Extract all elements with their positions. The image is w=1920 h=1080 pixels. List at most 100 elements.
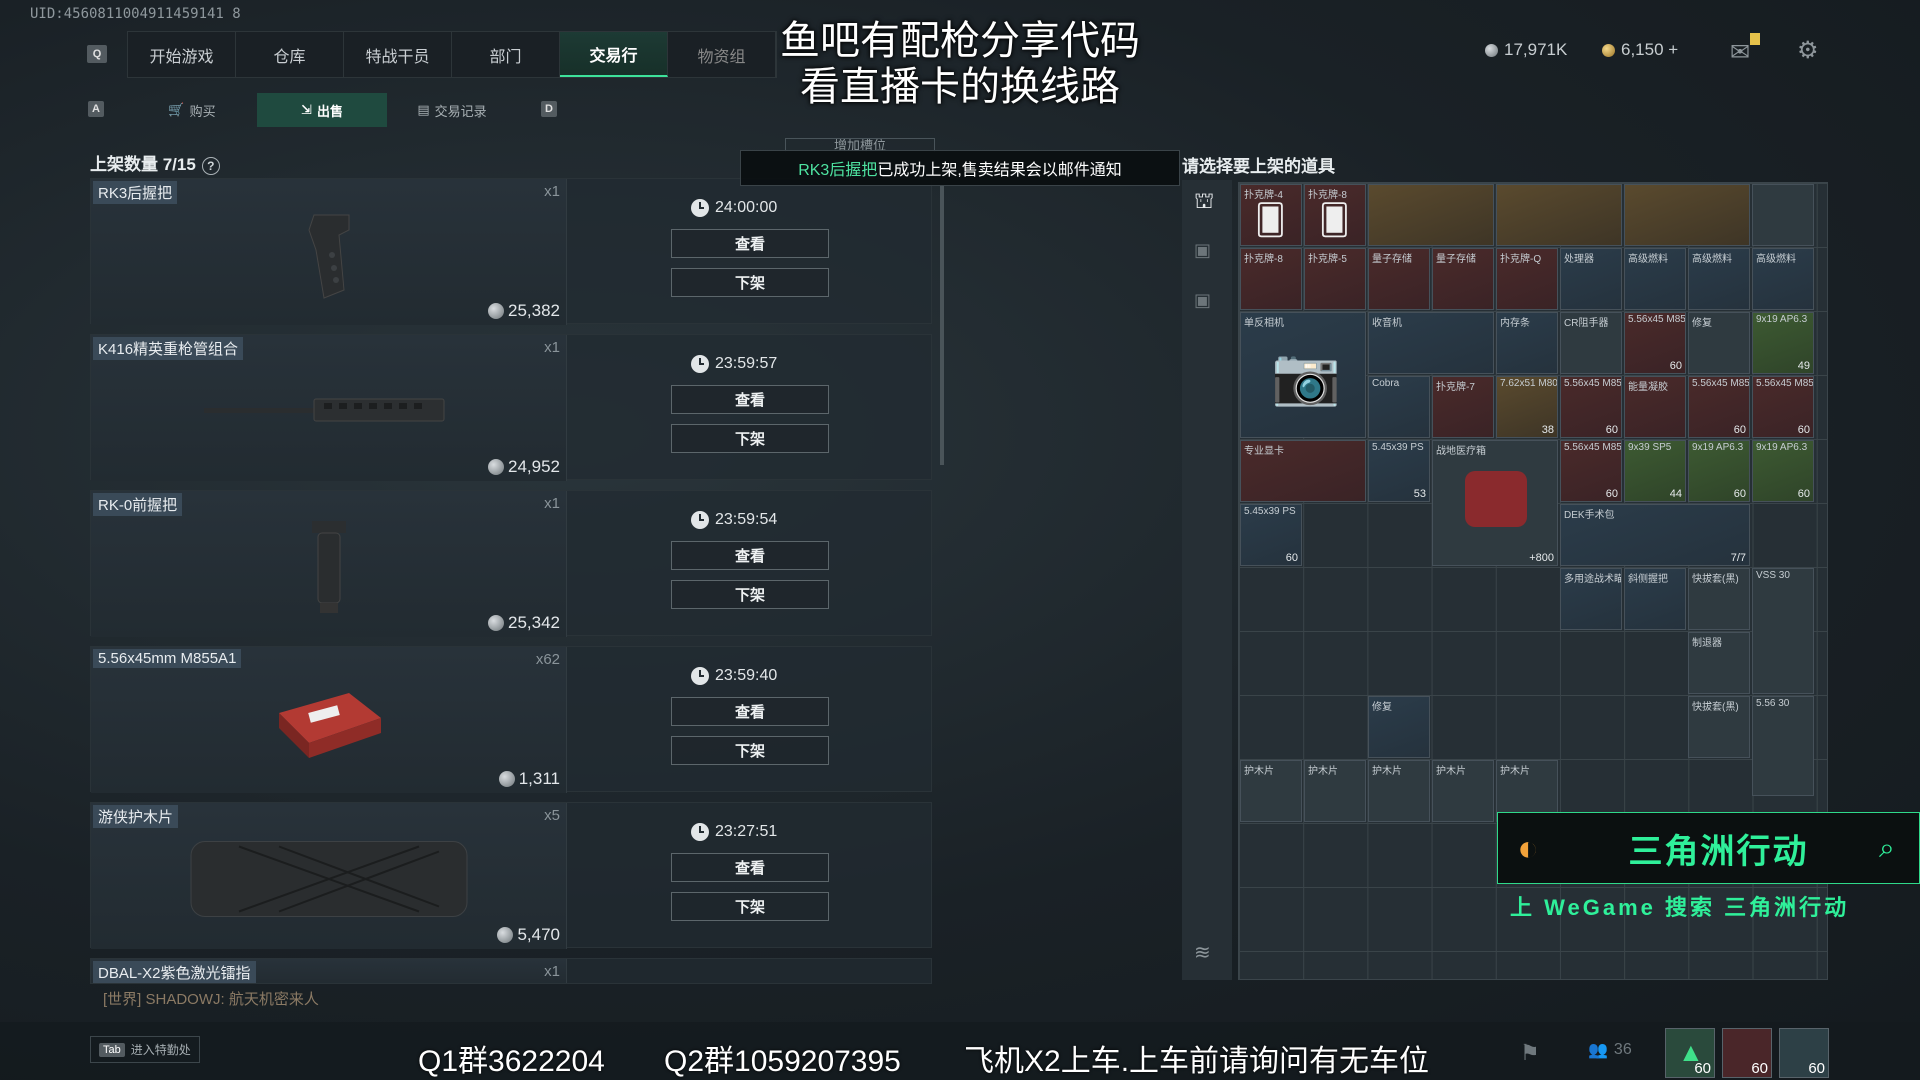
squad-count[interactable]: 👥 36 [1588,1040,1632,1060]
silver-coin-icon [488,459,504,475]
inventory-item[interactable]: 内存条 [1496,312,1558,374]
tab-supplies[interactable]: 物资组 [668,32,776,77]
rank-badge[interactable]: ▲ 60 [1665,1028,1715,1078]
inventory-item[interactable]: 快拔套(黑) [1688,568,1750,630]
inventory-item[interactable]: 修复 [1368,696,1430,758]
delist-button[interactable]: 下架 [671,736,829,765]
inventory-item[interactable]: 修复 [1688,312,1750,374]
tab-department[interactable]: 部门 [452,32,560,77]
inventory-item[interactable]: 高级燃料 [1624,248,1686,310]
subtab-buy[interactable]: 🛒 购买 [127,93,257,127]
inventory-item[interactable]: 护木片 [1368,760,1430,822]
tab-start-game[interactable]: 开始游戏 [128,32,236,77]
inventory-item[interactable]: 5.56x45 M855 60 [1752,376,1814,438]
inventory-item[interactable]: 护木片 [1240,760,1302,822]
inventory-item[interactable]: 量子存储 [1368,248,1430,310]
pouch-icon[interactable]: ▣ [1194,290,1211,311]
inventory-item[interactable] [1368,184,1494,246]
delist-button[interactable]: 下架 [671,580,829,609]
inventory-item[interactable]: 专业显卡 [1240,440,1366,502]
inventory-item[interactable]: 扑克牌-7 [1432,376,1494,438]
listing-scrollbar[interactable] [940,185,944,465]
inventory-item[interactable]: 扑克牌-8 [1240,248,1302,310]
delist-button[interactable]: 下架 [671,424,829,453]
handguard-panel-image [190,840,467,917]
inventory-item[interactable]: 能量凝胶 [1624,376,1686,438]
inventory-item[interactable]: 处理器 [1560,248,1622,310]
tab-trade[interactable]: 交易行 [560,32,668,77]
subtab-records[interactable]: ▤ 交易记录 [387,93,517,127]
wegame-logo-icon: ◐ [1517,827,1539,868]
inventory-item[interactable]: 单反相机 📷 [1240,312,1366,438]
view-button[interactable]: 查看 [671,697,829,726]
inventory-item[interactable] [1624,184,1750,246]
inventory-item[interactable]: 高级燃料 [1752,248,1814,310]
tab-hint[interactable]: Tab 进入特勤处 [90,1036,200,1063]
inventory-item[interactable]: 扑克牌-8 🂠 [1304,184,1366,246]
listing-card[interactable]: RK3后握把 x1 25,382 [91,179,567,325]
inventory-item[interactable]: 9x19 AP6.3 49 [1752,312,1814,374]
flag-icon[interactable]: ⚑ [1520,1040,1540,1066]
delist-button[interactable]: 下架 [671,268,829,297]
badge-level: 60 [1694,1060,1711,1077]
player-avatar[interactable]: 60 [1779,1028,1829,1078]
inventory-item[interactable]: 5.56x45 M855 60 [1560,440,1622,502]
inventory-item[interactable]: 护木片 [1304,760,1366,822]
inventory-item[interactable]: 5.56x45 M855 60 [1688,376,1750,438]
inventory-item[interactable] [1752,184,1814,246]
inventory-item[interactable]: Cobra [1368,376,1430,438]
inventory-item[interactable]: 扑克牌-5 [1304,248,1366,310]
inventory-item[interactable]: 5.56 30 [1752,696,1814,796]
inventory-item[interactable]: 5.56x45 M855 60 [1560,376,1622,438]
inventory-item[interactable]: 5.45x39 PS 53 [1368,440,1430,502]
inventory-item[interactable]: 收音机 [1368,312,1494,374]
teammate-avatar[interactable]: 60 [1722,1028,1772,1078]
subtab-sell[interactable]: ⇲ 出售 [257,93,387,127]
inventory-item[interactable]: 制退器 [1688,632,1750,694]
inventory-item[interactable]: 5.56x45 M855 60 [1624,312,1686,374]
listing-qty: x1 [544,339,560,356]
inventory-item[interactable]: 扑克牌-4 🂠 [1240,184,1302,246]
inventory-item[interactable]: 扑克牌-Q [1496,248,1558,310]
inventory-item[interactable]: 量子存储 [1432,248,1494,310]
inventory-item[interactable]: 斜侧握把 [1624,568,1686,630]
inventory-item[interactable]: 7.62x51 M80 38 [1496,376,1558,438]
view-button[interactable]: 查看 [671,229,829,258]
listing-card[interactable]: RK-0前握把 x1 25,342 [91,491,567,637]
vest-icon[interactable]: ▣ [1194,240,1211,261]
item-count: 7/7 [1730,552,1746,564]
view-button[interactable]: 查看 [671,385,829,414]
mail-icon[interactable]: ✉ [1730,38,1750,67]
listing-timer: 23:59:40 [691,667,777,685]
help-icon[interactable]: ? [201,157,220,175]
inventory-item[interactable]: 9x19 AP6.3 60 [1752,440,1814,502]
listing-card[interactable]: K416精英重枪管组合 x1 24,952 [91,335,567,481]
listing-price-value: 5,470 [517,925,560,944]
inventory-item[interactable]: 护木片 [1432,760,1494,822]
listing-card[interactable]: 5.56x45mm M855A1 x62 1,311 [91,647,567,793]
inventory-item[interactable]: 9x39 SP5 44 [1624,440,1686,502]
view-button[interactable]: 查看 [671,541,829,570]
inventory-item[interactable] [1496,184,1622,246]
listing-card[interactable]: 游侠护木片 x5 5,470 [91,803,567,949]
gold-currency[interactable]: 6,150 + [1602,40,1678,60]
tab-operators[interactable]: 特战干员 [344,32,452,77]
inventory-item[interactable]: 战地医疗箱 +800 [1432,440,1558,566]
inventory-item[interactable]: 多用途战术瞄准 [1560,568,1622,630]
gear-icon[interactable]: ⚙ [1797,36,1819,65]
layers-icon[interactable]: ≋ [1194,940,1211,965]
tab-warehouse[interactable]: 仓库 [236,32,344,77]
view-button[interactable]: 查看 [671,853,829,882]
inventory-item[interactable]: 5.45x39 PS 60 [1240,504,1302,566]
inventory-item[interactable]: VSS 30 [1752,568,1814,694]
inventory-item[interactable]: CR阻手器 [1560,312,1622,374]
clock-icon [691,511,709,529]
backpack-icon[interactable]: ⛫ [1194,188,1214,217]
inventory-item[interactable]: DEK手术包 7/7 [1560,504,1750,566]
inventory-item[interactable]: 快拔套(黑) [1688,696,1750,758]
inventory-item[interactable]: 9x19 AP6.3 60 [1688,440,1750,502]
item-label: 5.56x45 M855 [1628,314,1686,325]
delist-button[interactable]: 下架 [671,892,829,921]
inventory-item[interactable]: 高级燃料 [1688,248,1750,310]
listing-card[interactable]: DBAL-X2紫色激光镭指 x1 [91,959,567,983]
